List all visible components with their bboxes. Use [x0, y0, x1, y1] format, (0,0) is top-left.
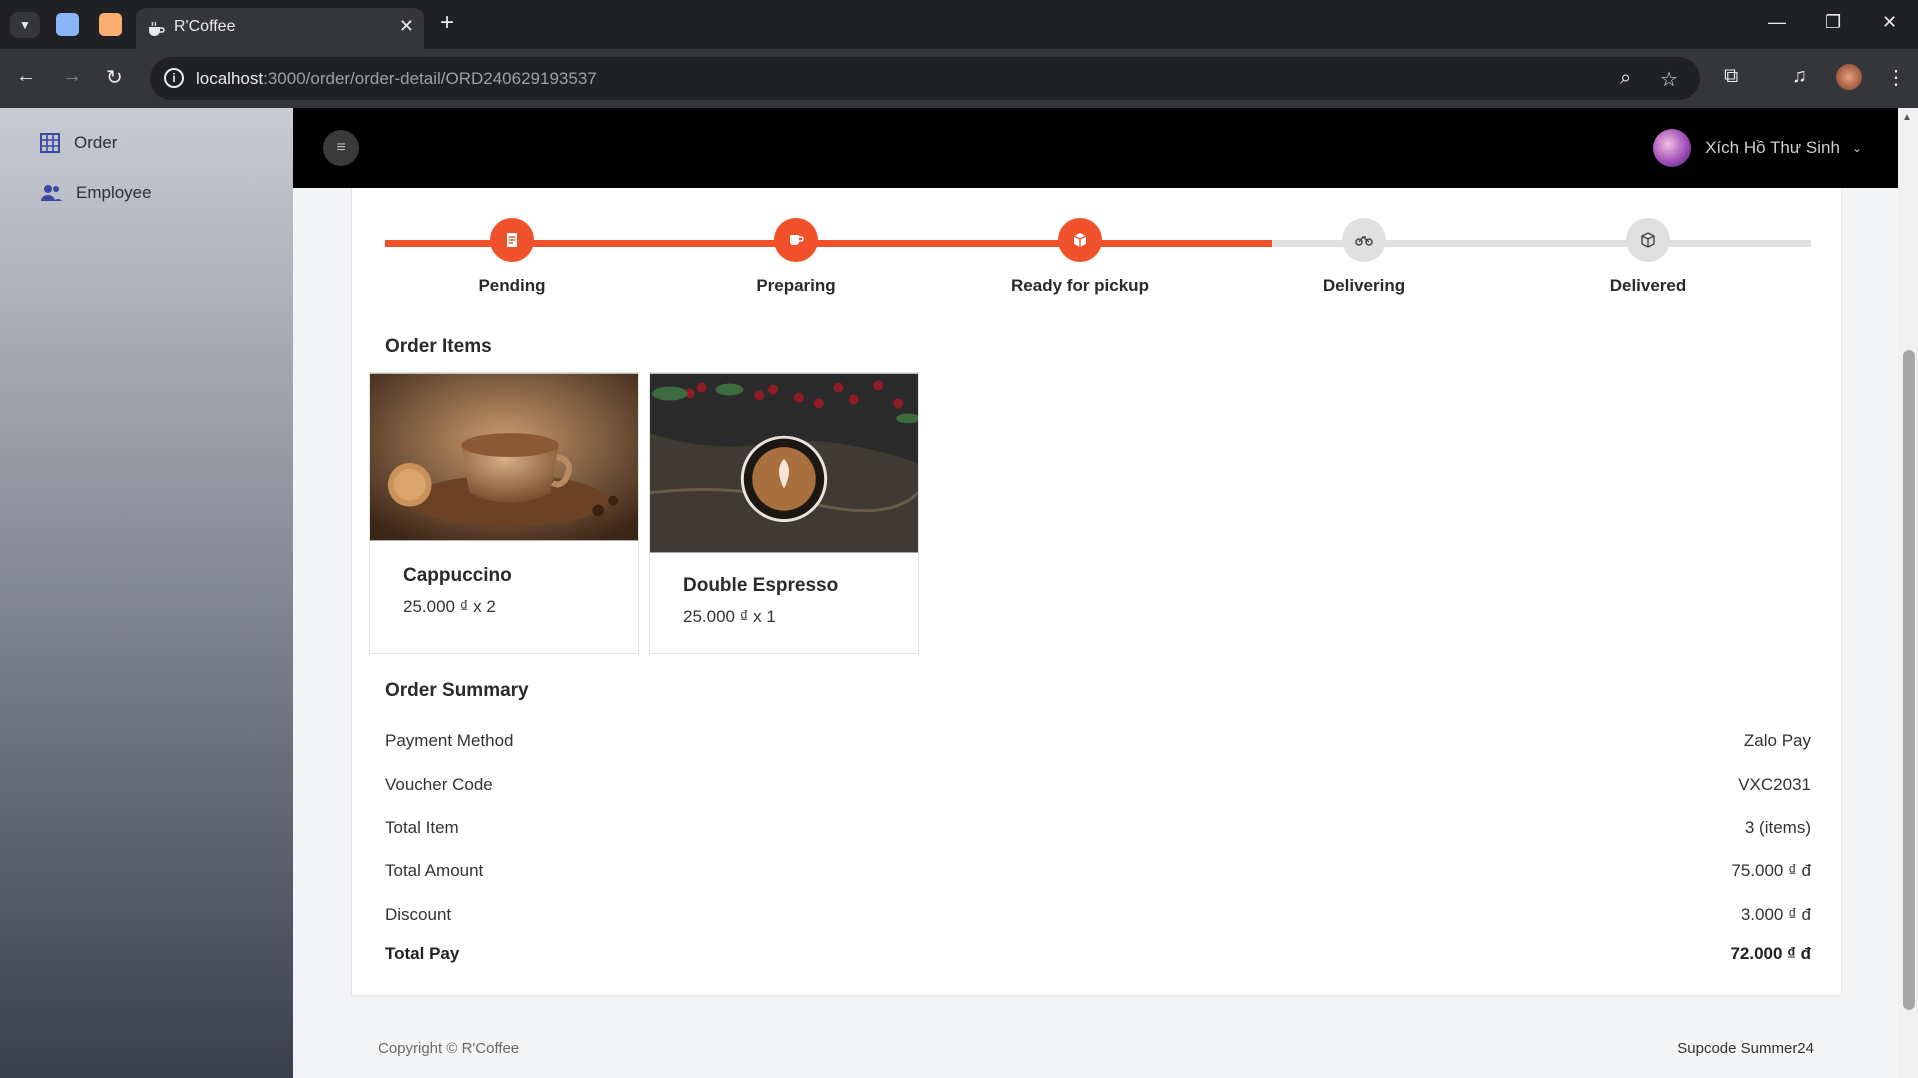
sidebar: Order Employee	[0, 108, 293, 1078]
menu-toggle-button[interactable]: ≡	[323, 130, 359, 166]
summary-value: 72.000 ₫ đ	[1730, 944, 1811, 963]
step-delivered: Delivered	[1548, 218, 1748, 296]
minimize-icon[interactable]: —	[1768, 12, 1786, 33]
chevron-down-icon: ▼	[19, 18, 31, 32]
sidebar-item-order[interactable]: Order	[40, 128, 117, 158]
product-name: Double Espresso	[683, 575, 839, 596]
summary-row-discount: Discount 3.000 ₫ đ	[385, 905, 1811, 929]
coffee-cup-icon	[149, 21, 165, 36]
browser-tab[interactable]: R'Coffee ✕	[136, 8, 424, 49]
step-preparing: Preparing	[696, 218, 896, 296]
double-espresso-image	[650, 373, 918, 553]
step-delivering: Delivering	[1264, 218, 1464, 296]
tab-search-button[interactable]: ▼	[10, 12, 40, 38]
step-label: Ready for pickup	[1011, 276, 1149, 295]
product-card-cappuccino[interactable]: Cappuccino 25.000 ₫ x 2	[369, 372, 639, 654]
footer-credit: Supcode Summer24	[1677, 1040, 1814, 1057]
forward-arrow-icon[interactable]: →	[62, 65, 82, 88]
summary-value: 3.000 ₫ đ	[1740, 905, 1811, 924]
sidebar-item-label: Order	[74, 133, 118, 152]
order-detail-card: Pending Preparing Ready for pickup Deliv…	[351, 188, 1842, 996]
product-price: 25.000 ₫ x 2	[403, 597, 496, 616]
package-icon	[1626, 218, 1670, 262]
summary-label: Voucher Code	[385, 775, 493, 794]
order-items-title: Order Items	[385, 336, 492, 357]
zoom-icon[interactable]: ⌕	[1620, 67, 1631, 90]
user-name: Xích Hồ Thư Sinh	[1705, 138, 1840, 157]
sidebar-item-label: Employee	[76, 183, 152, 202]
scrollbar-thumb[interactable]	[1903, 350, 1915, 1010]
profile-avatar[interactable]	[1836, 64, 1862, 90]
workspace-blue-icon[interactable]	[56, 13, 79, 36]
workspace-orange-icon[interactable]	[99, 13, 122, 36]
tab-title: R'Coffee	[174, 18, 236, 35]
close-icon[interactable]: ✕	[399, 16, 414, 37]
product-name: Cappuccino	[403, 565, 512, 586]
summary-row-total-amount: Total Amount 75.000 ₫ đ	[385, 861, 1811, 885]
grid-table-icon	[40, 133, 60, 153]
box-icon	[1058, 218, 1102, 262]
summary-row-total-item: Total Item 3 (items)	[385, 818, 1811, 842]
step-ready-for-pickup: Ready for pickup	[980, 218, 1180, 296]
new-tab-icon[interactable]: +	[440, 11, 454, 35]
site-info-icon[interactable]: i	[164, 68, 184, 88]
hamburger-icon: ≡	[336, 139, 346, 156]
product-price: 25.000 ₫ x 1	[683, 607, 776, 626]
summary-label: Discount	[385, 905, 452, 924]
chevron-down-icon: ⌄	[1851, 141, 1862, 155]
step-pending: Pending	[412, 218, 612, 296]
bookmark-star-icon[interactable]: ☆	[1660, 67, 1678, 92]
order-summary-title: Order Summary	[385, 680, 529, 701]
address-bar[interactable]: i localhost:3000/order/order-detail/ORD2…	[150, 57, 1700, 100]
scroll-up-arrow-icon[interactable]: ▲	[1902, 112, 1912, 123]
user-menu[interactable]: Xích Hồ Thư Sinh ⌄	[1653, 129, 1862, 167]
step-label: Preparing	[756, 276, 836, 295]
footer-copyright: Copyright © R'Coffee	[378, 1040, 520, 1057]
app-header: ≡ Xích Hồ Thư Sinh ⌄	[293, 108, 1898, 188]
summary-value: VXC2031	[1738, 775, 1811, 794]
summary-label: Payment Method	[385, 731, 514, 750]
browser-toolbar: ← → ↻ i localhost:3000/order/order-detai…	[0, 49, 1918, 108]
summary-value: Zalo Pay	[1743, 731, 1811, 750]
url-text: localhost:3000/order/order-detail/ORD240…	[196, 69, 597, 88]
media-control-icon[interactable]: ♫	[1792, 65, 1807, 88]
avatar	[1653, 129, 1692, 167]
summary-value: 3 (items)	[1744, 818, 1811, 837]
summary-row-voucher-code: Voucher Code VXC2031	[385, 775, 1811, 799]
sidebar-item-employee[interactable]: Employee	[40, 178, 152, 208]
restore-icon[interactable]: ❐	[1825, 12, 1841, 33]
window-close-icon[interactable]: ✕	[1882, 12, 1897, 33]
people-icon	[41, 185, 62, 201]
back-arrow-icon[interactable]: ←	[16, 65, 36, 88]
cappuccino-image	[370, 373, 638, 541]
reload-icon[interactable]: ↻	[106, 65, 123, 90]
extensions-icon[interactable]: ⧉	[1724, 65, 1738, 88]
step-label: Delivered	[1609, 276, 1687, 295]
receipt-icon	[490, 218, 534, 262]
step-label: Pending	[478, 276, 546, 295]
summary-row-total-pay: Total Pay 72.000 ₫ đ	[385, 944, 1811, 968]
summary-label: Total Pay	[385, 944, 460, 963]
cup-icon	[774, 218, 818, 262]
product-card-double-espresso[interactable]: Double Espresso 25.000 ₫ x 1	[649, 372, 919, 654]
more-menu-icon[interactable]: ⋮	[1886, 65, 1906, 90]
browser-tab-bar: ▼ R'Coffee ✕ + — ❐ ✕	[0, 0, 1918, 49]
summary-label: Total Amount	[385, 861, 484, 880]
bike-icon	[1342, 218, 1386, 262]
step-label: Delivering	[1322, 276, 1406, 295]
summary-row-payment-method: Payment Method Zalo Pay	[385, 731, 1811, 755]
summary-label: Total Item	[385, 818, 459, 837]
summary-value: 75.000 ₫ đ	[1731, 861, 1811, 880]
